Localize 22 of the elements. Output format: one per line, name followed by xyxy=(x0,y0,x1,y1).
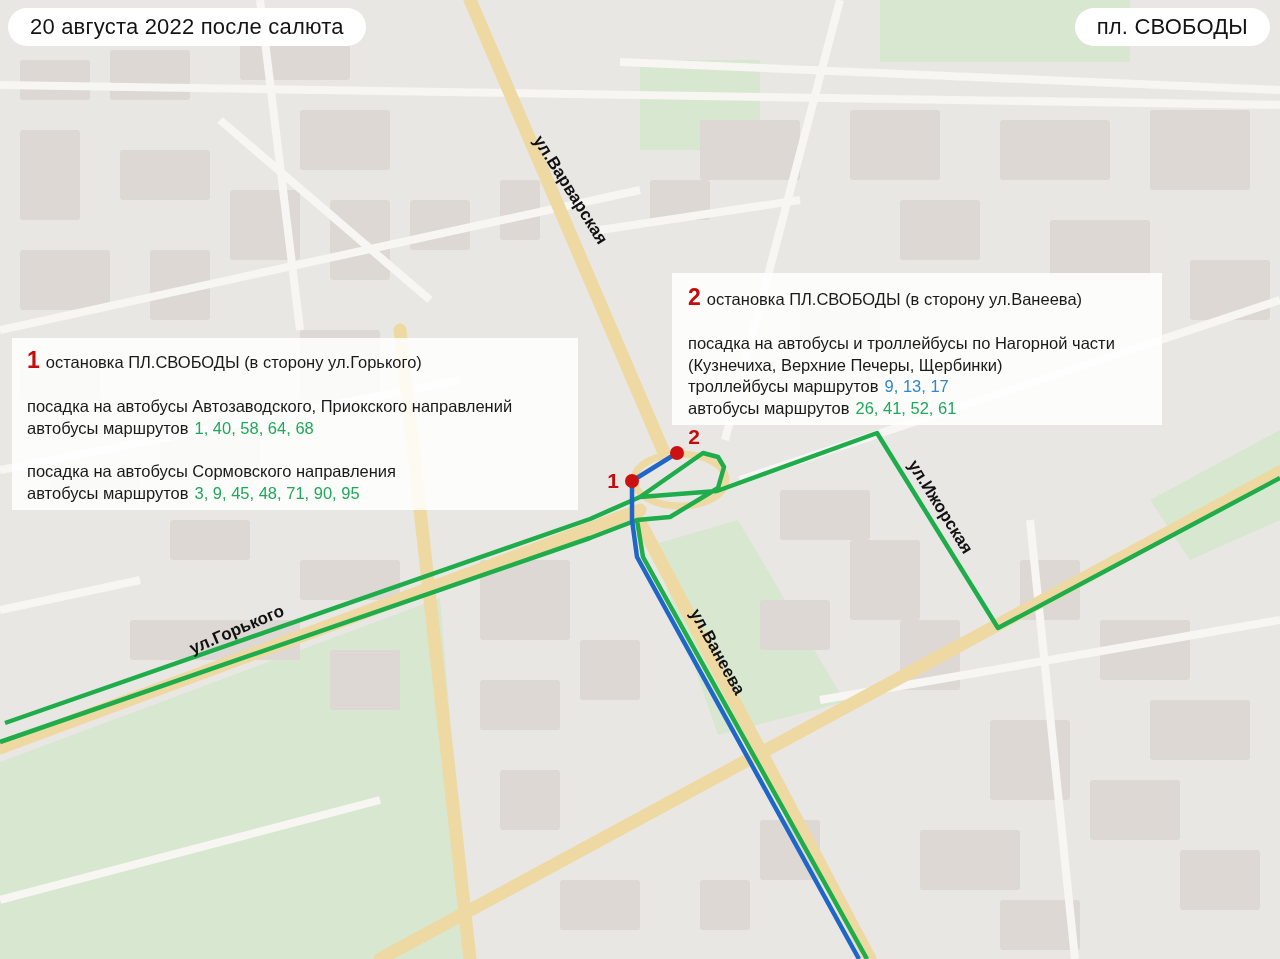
date-title-badge: 20 августа 2022 после салюта xyxy=(8,8,366,46)
boarding-info: посадка на автобусы Сормовского направления xyxy=(27,461,397,482)
route-label: троллейбусы маршрутов xyxy=(688,376,879,397)
route-label: автобусы маршрутов xyxy=(27,482,189,504)
stop-title: остановка ПЛ.СВОБОДЫ (в сторону ул.Ванеева) xyxy=(706,289,1083,310)
stop-number: 2 xyxy=(688,285,701,309)
stop-number: 2 xyxy=(688,426,700,448)
route-label: автобусы маршрутов xyxy=(688,397,850,419)
route-numbers: 9, 13, 17 xyxy=(884,376,949,397)
route-numbers: 3, 9, 45, 48, 71, 90, 95 xyxy=(194,482,360,504)
stop-number: 1 xyxy=(27,348,40,372)
route-numbers: 1, 40, 58, 64, 68 xyxy=(194,417,314,439)
boarding-info: посадка на автобусы Автозаводского, Приокского направлений xyxy=(27,396,514,417)
stop-marker-icon xyxy=(625,474,639,488)
boarding-info: посадка на автобусы и троллейбусы по Нагорной части xyxy=(688,333,1116,354)
stop-title: остановка ПЛ.СВОБОДЫ (в сторону ул.Горького) xyxy=(45,352,422,373)
location-badge: пл. СВОБОДЫ xyxy=(1074,8,1270,46)
route-numbers: 26, 41, 52, 61 xyxy=(855,397,957,419)
stop-number: 1 xyxy=(607,470,619,492)
stop-marker-icon xyxy=(670,446,684,460)
route-label: автобусы маршрутов xyxy=(27,417,189,439)
boarding-info: (Кузнечиха, Верхние Печеры, Щербинки) xyxy=(688,354,1004,376)
